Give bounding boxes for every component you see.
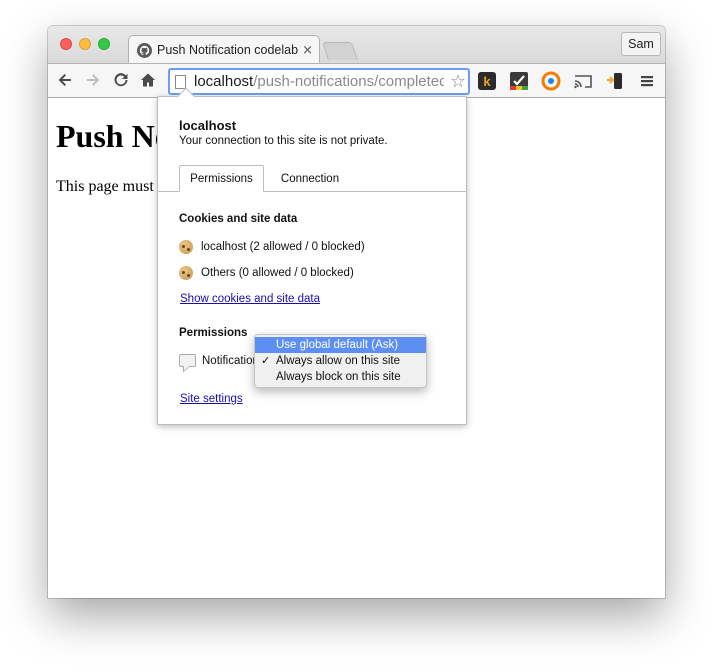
tab-permissions[interactable]: Permissions (179, 165, 264, 192)
cookie-icon (179, 266, 193, 280)
cookie-row-label: Others (0 allowed / 0 blocked) (201, 267, 354, 279)
reload-icon[interactable] (110, 69, 132, 91)
profile-button[interactable]: Sam (621, 32, 661, 56)
url-path: /push-notifications/completed (253, 73, 444, 90)
address-bar[interactable]: localhost/push-notifications/completed ☆ (168, 68, 470, 95)
dropdown-option-label: Always block on this site (276, 371, 401, 383)
window-close-button[interactable] (60, 38, 72, 50)
permissions-section-title: Permissions (179, 327, 248, 339)
site-settings-link[interactable]: Site settings (180, 393, 243, 405)
show-cookies-link[interactable]: Show cookies and site data (180, 293, 320, 305)
cookie-row-localhost: localhost (2 allowed / 0 blocked) (179, 240, 365, 254)
window-maximize-button[interactable] (98, 38, 110, 50)
extension-k-icon[interactable]: k (477, 71, 497, 91)
home-icon[interactable] (137, 69, 159, 91)
cookie-row-label: localhost (2 allowed / 0 blocked) (201, 241, 365, 253)
checkmark-icon: ✓ (261, 354, 271, 367)
page-info-icon[interactable] (175, 74, 186, 89)
window-minimize-button[interactable] (79, 38, 91, 50)
url-host: localhost (194, 73, 254, 90)
tab-title: Push Notification codelab (157, 43, 299, 57)
menu-icon[interactable] (637, 71, 657, 91)
dropdown-option-always-block[interactable]: Always block on this site (255, 369, 426, 385)
extension-phone-icon[interactable] (605, 71, 625, 91)
url-text[interactable]: localhost/push-notifications/completed (194, 73, 444, 90)
tab-connection[interactable]: Connection (270, 165, 350, 192)
site-host: localhost (179, 118, 237, 133)
new-tab-button[interactable] (322, 42, 358, 60)
cast-icon[interactable] (573, 71, 593, 91)
extension-vpn-icon[interactable] (541, 71, 561, 91)
notifications-permission-row: Notifications (179, 354, 265, 367)
dropdown-option-always-allow[interactable]: ✓ Always allow on this site (255, 353, 426, 369)
star-icon[interactable]: ☆ (450, 72, 466, 92)
notification-icon (179, 354, 196, 367)
github-octocat-icon (137, 42, 152, 58)
browser-tab[interactable]: Push Notification codelab × (128, 35, 320, 64)
tab-close-icon[interactable]: × (302, 43, 313, 58)
toolbar: localhost/push-notifications/completed ☆… (48, 63, 665, 98)
cookie-icon (179, 240, 193, 254)
extension-checkmark-icon[interactable] (509, 71, 529, 91)
dropdown-option-label: Use global default (Ask) (276, 339, 399, 351)
dropdown-option-global-default[interactable]: Use global default (Ask) (255, 337, 426, 353)
cookies-section-title: Cookies and site data (179, 213, 298, 225)
dropdown-option-label: Always allow on this site (276, 355, 400, 367)
notifications-permission-dropdown[interactable]: Use global default (Ask) ✓ Always allow … (254, 334, 427, 388)
cookie-row-others: Others (0 allowed / 0 blocked) (179, 266, 354, 280)
connection-message: Your connection to this site is not priv… (179, 135, 388, 147)
forward-arrow-icon[interactable] (82, 69, 104, 91)
svg-text:k: k (483, 74, 491, 89)
tab-strip: Push Notification codelab × Sam (48, 26, 665, 64)
back-arrow-icon[interactable] (54, 69, 76, 91)
